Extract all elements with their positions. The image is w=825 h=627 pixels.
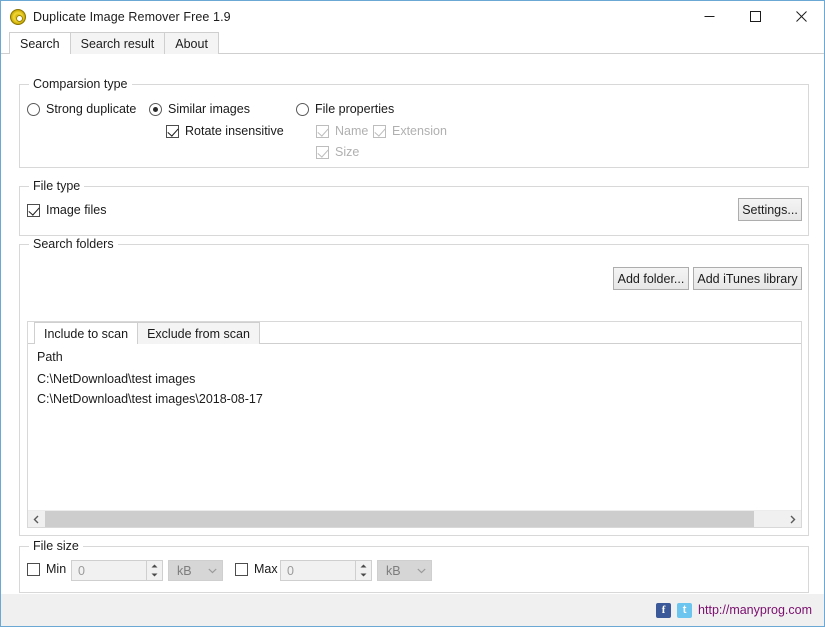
min-size-value[interactable]: 0: [72, 561, 146, 580]
checkbox-min-size[interactable]: Min: [27, 562, 66, 576]
title-bar: Duplicate Image Remover Free 1.9: [1, 1, 824, 32]
checkbox-extension-label: Extension: [392, 124, 447, 138]
comparison-type-legend: Comparsion type: [29, 77, 132, 91]
radio-strong-duplicate-label: Strong duplicate: [46, 102, 137, 116]
comparison-type-group: Comparsion type Strong duplicate Similar…: [19, 77, 809, 168]
spin-down-icon[interactable]: [356, 571, 371, 581]
radio-similar-images[interactable]: Similar images: [149, 102, 250, 116]
add-folder-button[interactable]: Add folder...: [613, 267, 689, 290]
radio-file-properties[interactable]: File properties: [296, 102, 394, 116]
chevron-down-icon: [208, 568, 217, 573]
search-folders-group: Search folders Add folder... Add iTunes …: [19, 237, 809, 536]
radio-similar-images-indicator: [149, 102, 162, 116]
disc-icon: [10, 8, 26, 25]
checkbox-image-files[interactable]: Image files: [27, 203, 106, 217]
file-size-group: File size Min 0 kB Max 0 kB: [19, 539, 809, 593]
checkbox-size: Size: [316, 145, 359, 159]
radio-strong-duplicate[interactable]: Strong duplicate: [27, 102, 136, 116]
tab-search[interactable]: Search: [9, 32, 71, 55]
close-icon[interactable]: [778, 1, 824, 32]
max-size-value[interactable]: 0: [281, 561, 355, 580]
footer-bar: f t http://manyprog.com: [1, 594, 824, 626]
settings-button[interactable]: Settings...: [738, 198, 802, 221]
tab-search-result[interactable]: Search result: [69, 32, 166, 54]
maximize-icon[interactable]: [732, 1, 778, 32]
application-window: Duplicate Image Remover Free 1.9 Search …: [0, 0, 825, 627]
spin-up-icon[interactable]: [356, 561, 371, 571]
checkbox-size-label: Size: [335, 145, 360, 159]
search-tab-panel: © SnapFiles Comparsion type Strong dupli…: [1, 54, 824, 626]
checkbox-min-size-label: Min: [46, 562, 67, 576]
min-size-spin-buttons[interactable]: [146, 561, 162, 580]
tab-include-to-scan[interactable]: Include to scan: [34, 322, 139, 345]
website-link[interactable]: http://manyprog.com: [698, 603, 812, 617]
min-size-unit-value: kB: [177, 563, 192, 578]
file-type-legend: File type: [29, 179, 85, 193]
radio-similar-images-label: Similar images: [168, 102, 250, 116]
file-type-group: File type Image files Settings...: [19, 179, 809, 236]
max-size-unit-select[interactable]: kB: [377, 560, 432, 581]
folders-inner-tabstrip: Include to scan Exclude from scan: [28, 322, 801, 345]
list-item[interactable]: C:\NetDownload\test images\2018-08-17: [37, 392, 263, 406]
checkbox-rotate-insensitive[interactable]: Rotate insensitive: [166, 124, 284, 138]
min-size-unit-select[interactable]: kB: [168, 560, 223, 581]
facebook-icon[interactable]: f: [656, 602, 672, 618]
max-size-spin-buttons[interactable]: [355, 561, 371, 580]
checkbox-image-files-indicator: [27, 203, 40, 217]
min-size-stepper[interactable]: 0: [71, 560, 163, 581]
checkbox-rotate-insensitive-label: Rotate insensitive: [185, 124, 284, 138]
list-item[interactable]: C:\NetDownload\test images: [37, 372, 195, 386]
chevron-left-icon[interactable]: [28, 511, 45, 527]
column-header-path: Path: [37, 350, 63, 364]
checkbox-extension-indicator: [373, 124, 386, 138]
spin-down-icon[interactable]: [147, 571, 162, 581]
radio-file-properties-label: File properties: [315, 102, 395, 116]
tab-exclude-from-scan[interactable]: Exclude from scan: [137, 322, 260, 344]
checkbox-max-size-indicator: [235, 562, 248, 576]
radio-strong-duplicate-indicator: [27, 102, 40, 116]
add-itunes-library-button[interactable]: Add iTunes library: [693, 267, 802, 290]
scrollbar-track[interactable]: [45, 511, 784, 527]
checkbox-size-indicator: [316, 145, 329, 159]
checkbox-extension: Extension: [373, 124, 447, 138]
main-tabstrip: Search Search result About: [1, 32, 824, 55]
chevron-right-icon[interactable]: [784, 511, 801, 527]
search-folders-legend: Search folders: [29, 237, 118, 251]
tab-about[interactable]: About: [164, 32, 219, 54]
max-size-unit-value: kB: [386, 563, 401, 578]
file-size-legend: File size: [29, 539, 83, 553]
horizontal-scrollbar[interactable]: [28, 510, 801, 527]
checkbox-image-files-label: Image files: [46, 203, 107, 217]
scrollbar-thumb[interactable]: [45, 511, 755, 527]
window-controls: [686, 1, 824, 32]
checkbox-name-label: Name: [335, 124, 369, 138]
minimize-icon[interactable]: [686, 1, 732, 32]
twitter-icon[interactable]: t: [677, 602, 693, 618]
checkbox-max-size-label: Max: [254, 562, 278, 576]
checkbox-max-size[interactable]: Max: [235, 562, 278, 576]
radio-file-properties-indicator: [296, 102, 309, 116]
checkbox-rotate-insensitive-indicator: [166, 124, 179, 138]
spin-up-icon[interactable]: [147, 561, 162, 571]
checkbox-name-indicator: [316, 124, 329, 138]
folders-list-panel: Include to scan Exclude from scan Path C…: [27, 321, 802, 528]
chevron-down-icon: [417, 568, 426, 573]
checkbox-name: Name: [316, 124, 368, 138]
checkbox-min-size-indicator: [27, 562, 40, 576]
max-size-stepper[interactable]: 0: [280, 560, 372, 581]
window-title: Duplicate Image Remover Free 1.9: [33, 9, 231, 24]
